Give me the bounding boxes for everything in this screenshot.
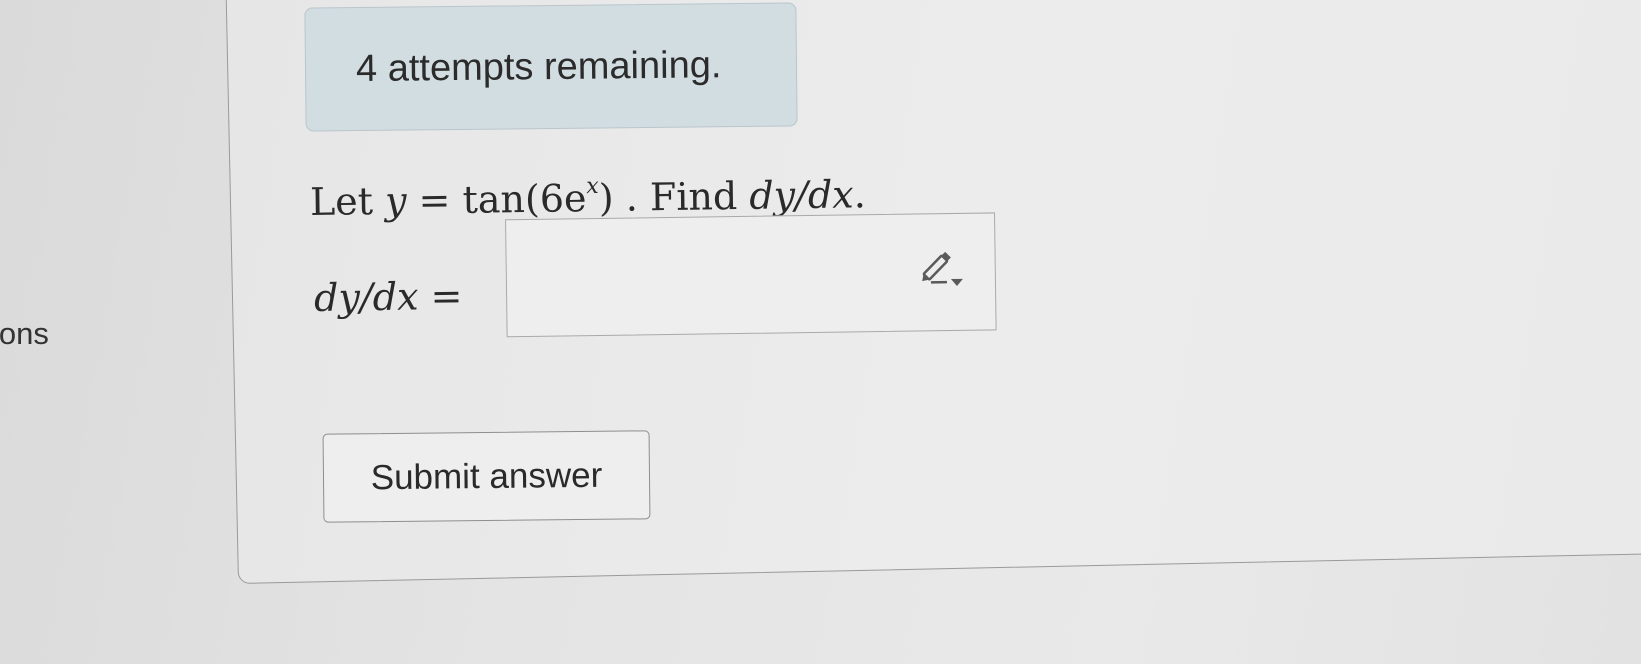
- answer-label: dy/dx =: [313, 273, 463, 320]
- question-end: .: [853, 172, 867, 217]
- attempts-remaining-text: 4 attempts remaining.: [355, 44, 722, 91]
- attempts-alert: 4 attempts remaining.: [304, 2, 798, 132]
- question-derivative: dy/dx: [748, 172, 854, 218]
- question-var-y: y: [384, 178, 407, 223]
- submit-answer-button[interactable]: Submit answer: [322, 430, 651, 523]
- answer-input[interactable]: [505, 212, 997, 338]
- question-exponent: x: [586, 173, 599, 200]
- pencil-dropdown-icon[interactable]: [916, 246, 969, 291]
- question-prefix: Let: [309, 178, 386, 224]
- question-suffix: ) . Find: [598, 173, 750, 220]
- answer-row: dy/dx =: [309, 210, 1031, 360]
- sidebar-partial-label[interactable]: ions: [0, 316, 49, 352]
